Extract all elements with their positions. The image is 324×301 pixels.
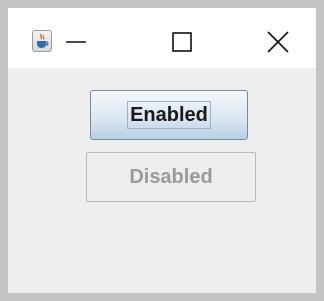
- maximize-button[interactable]: [164, 22, 204, 62]
- application-window: Enabled Disabled: [8, 8, 316, 293]
- enabled-button[interactable]: Enabled: [90, 90, 248, 140]
- content-panel: Enabled Disabled: [8, 68, 316, 293]
- enabled-button-label: Enabled: [127, 101, 211, 129]
- minimize-button[interactable]: [60, 22, 100, 62]
- disabled-button: Disabled: [86, 152, 256, 202]
- close-button[interactable]: [260, 22, 300, 62]
- maximize-icon: [172, 32, 192, 52]
- java-coffee-cup-icon[interactable]: [32, 30, 52, 52]
- minimize-icon: [66, 41, 86, 43]
- close-icon: [267, 31, 289, 53]
- title-bar[interactable]: [8, 8, 316, 68]
- disabled-button-label: Disabled: [129, 165, 213, 188]
